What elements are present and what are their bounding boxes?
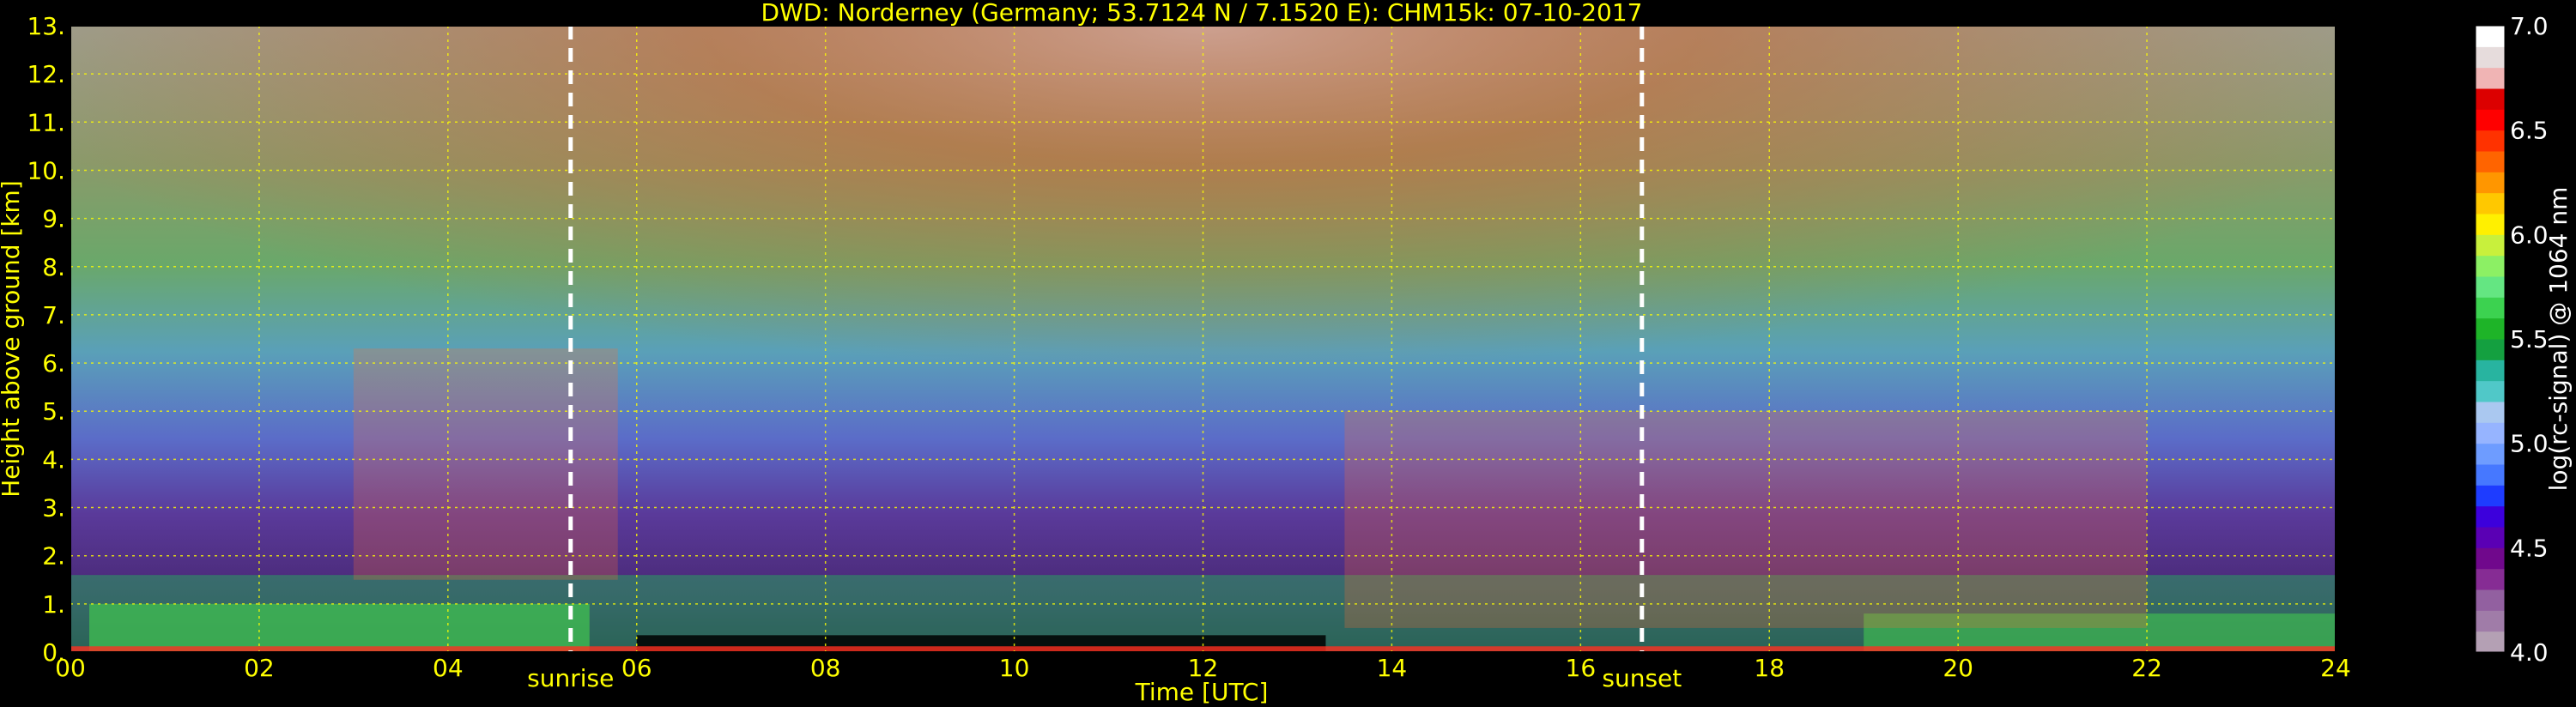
x-tick-label: 14 (1377, 654, 1408, 682)
x-tick-label: 18 (1754, 654, 1785, 682)
y-tick-label: 3. (42, 494, 65, 523)
colorbar-swatch (2476, 151, 2505, 172)
colorbar-swatch (2476, 192, 2505, 215)
y-tick-label: 12. (27, 60, 65, 88)
y-tick-label: 11. (27, 108, 65, 136)
colorbar-swatch (2476, 568, 2505, 590)
y-axis-label: Height above ground [km] (0, 180, 25, 498)
colorbar-tick-label: 4.5 (2510, 534, 2549, 562)
x-tick-label: 04 (433, 654, 464, 682)
x-tick-label: 02 (244, 654, 275, 682)
colorbar-tick-label: 5.5 (2510, 325, 2549, 354)
colorbar-tick-label: 4.0 (2510, 638, 2549, 667)
colorbar-tick-label: 5.0 (2510, 430, 2549, 458)
x-tick-label: 06 (621, 654, 652, 682)
plot-area (70, 26, 2336, 652)
colorbar-swatch (2476, 527, 2505, 548)
x-axis-label: Time [UTC] (1135, 678, 1269, 706)
colorbar-tick-label: 6.0 (2510, 221, 2549, 249)
colorbar-tick-label: 7.0 (2510, 12, 2549, 40)
colorbar-swatch (2476, 297, 2505, 319)
colorbar-swatch (2476, 67, 2505, 89)
y-tick-label: 5. (42, 397, 65, 426)
colorbar-swatch (2476, 46, 2505, 69)
sunset-label: sunset (1602, 664, 1682, 692)
lidar-quicklook-chart: 0.1.2.3.4.5.6.7.8.9.10.11.12.13. 00 02 04 0… (0, 0, 2573, 706)
y-tick-label: 6. (42, 349, 65, 378)
y-tick-label: 8. (42, 253, 65, 281)
colorbar-swatch (2476, 88, 2505, 110)
colorbar-swatch (2476, 589, 2505, 611)
chart-title: DWD: Norderney (Germany; 53.7124 N / 7.1… (761, 0, 1642, 27)
colorbar-swatch (2476, 255, 2505, 277)
y-axis-ticks: 0.1.2.3.4.5.6.7.8.9.10.11.12.13. (27, 12, 65, 667)
y-tick-label: 1. (42, 590, 65, 619)
annotation-labels: sunrise sunset (527, 664, 1682, 692)
colorbar-swatch (2476, 380, 2505, 402)
colorbar-swatch (2476, 547, 2505, 570)
x-tick-label: 16 (1566, 654, 1597, 682)
colorbar-swatch (2476, 422, 2505, 444)
colorbar-swatch (2476, 485, 2505, 507)
y-tick-label: 2. (42, 542, 65, 571)
colorbar-label: log(rc-signal) @ 1064 nm (2544, 187, 2573, 492)
colorbar-swatch (2476, 130, 2505, 152)
colorbar-swatch (2476, 214, 2505, 235)
region-convective-clouds (1344, 411, 2148, 628)
y-tick-label: 13. (27, 12, 65, 40)
x-tick-label: 00 (55, 654, 86, 682)
y-tick-label: 4. (42, 445, 65, 474)
region-cloud-clusters (353, 348, 618, 580)
colorbar-swatch (2476, 172, 2505, 194)
sunrise-label: sunrise (527, 664, 614, 692)
colorbar-swatch (2476, 505, 2505, 528)
colorbar-swatch (2476, 26, 2505, 47)
x-tick-label: 20 (1943, 654, 1973, 682)
colorbar-tick-label: 6.5 (2510, 117, 2549, 145)
x-tick-label: 22 (2131, 654, 2162, 682)
y-tick-label: 10. (27, 156, 65, 184)
colorbar-swatch (2476, 234, 2505, 257)
colorbar-swatch (2476, 276, 2505, 298)
y-tick-label: 9. (42, 205, 65, 233)
colorbar-swatch (2476, 631, 2505, 653)
colorbar-swatch (2476, 402, 2505, 423)
colorbar-swatch (2476, 317, 2505, 340)
colorbar-swatch (2476, 443, 2505, 465)
x-tick-label: 10 (999, 654, 1030, 682)
colorbar-swatch (2476, 339, 2505, 360)
colorbar-swatch (2476, 464, 2505, 486)
x-tick-label: 24 (2320, 654, 2351, 682)
y-tick-label: 7. (42, 301, 65, 329)
x-tick-label: 08 (810, 654, 841, 682)
colorbar-swatch (2476, 109, 2505, 131)
colorbar-swatch (2476, 610, 2505, 632)
colorbar-swatch (2476, 360, 2505, 382)
colorbar: 4.0 4.5 5.0 5.5 6.0 6.5 7.0 log(rc-signal) @ 1… (2475, 12, 2573, 667)
